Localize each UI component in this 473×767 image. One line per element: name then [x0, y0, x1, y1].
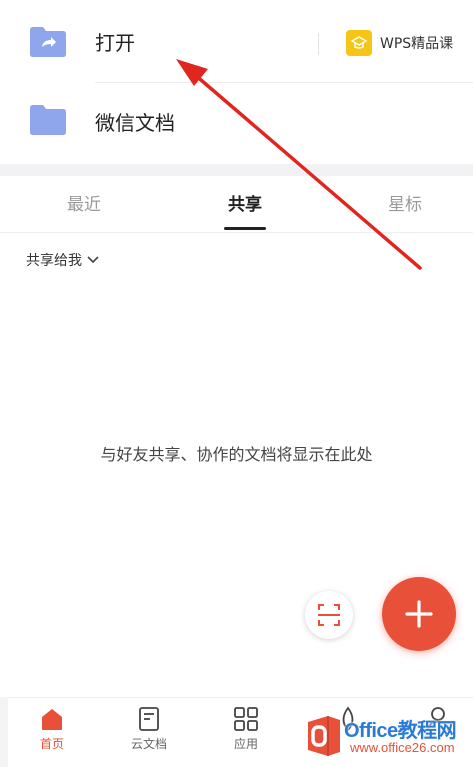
- nav-cloud-docs[interactable]: 云文档: [114, 706, 184, 752]
- document-icon: [139, 707, 159, 731]
- tab-recent[interactable]: 最近: [67, 194, 101, 216]
- wps-course-button[interactable]: WPS精品课: [346, 29, 453, 57]
- nav-apps-label: 应用: [233, 737, 258, 751]
- tabs-divider: [0, 232, 473, 233]
- folder-share-icon: [30, 27, 66, 57]
- office-logo-icon: [308, 716, 340, 756]
- watermark-url: www.office26.com: [350, 740, 455, 755]
- nav-cloud-label: 云文档: [130, 737, 167, 751]
- tab-share[interactable]: 共享: [228, 194, 262, 216]
- wechat-docs-folder-row[interactable]: 微信文档: [0, 83, 473, 163]
- plus-icon: [405, 600, 433, 628]
- tab-star[interactable]: 星标: [388, 194, 422, 216]
- scan-button[interactable]: [305, 591, 353, 639]
- add-button[interactable]: [382, 577, 456, 651]
- active-tab-indicator: [224, 227, 266, 230]
- folder-icon: [30, 105, 66, 135]
- wps-course-label: WPS精品课: [380, 36, 454, 52]
- wechat-docs-label: 微信文档: [95, 111, 175, 135]
- home-icon: [42, 709, 62, 730]
- chevron-down-icon: [87, 256, 99, 264]
- share-filter-label: 共享给我: [26, 253, 82, 269]
- edge-strip: [0, 697, 8, 767]
- section-separator: [0, 164, 473, 176]
- watermark: Office教程网 www.office26.com: [300, 712, 470, 760]
- nav-home-label: 首页: [39, 737, 64, 751]
- scan-icon: [318, 604, 340, 626]
- empty-state-message: 与好友共享、协作的文档将显示在此处: [100, 445, 373, 464]
- wps-course-icon: [346, 30, 372, 56]
- vertical-separator: [318, 33, 319, 55]
- app-screen: 打开 WPS精品课 微信文档 最近 共享 星标 共享给我 与好友共享、协作的文档…: [0, 0, 473, 767]
- nav-home[interactable]: 首页: [17, 706, 87, 752]
- nav-apps[interactable]: 应用: [211, 706, 281, 752]
- open-folder-row[interactable]: 打开 WPS精品课: [0, 3, 473, 83]
- grid-icon: [234, 707, 258, 731]
- open-label: 打开: [95, 31, 135, 55]
- watermark-title: Office教程网: [344, 720, 457, 742]
- share-filter-dropdown[interactable]: 共享给我: [26, 250, 99, 270]
- doc-tabs: 最近 共享 星标: [0, 176, 473, 232]
